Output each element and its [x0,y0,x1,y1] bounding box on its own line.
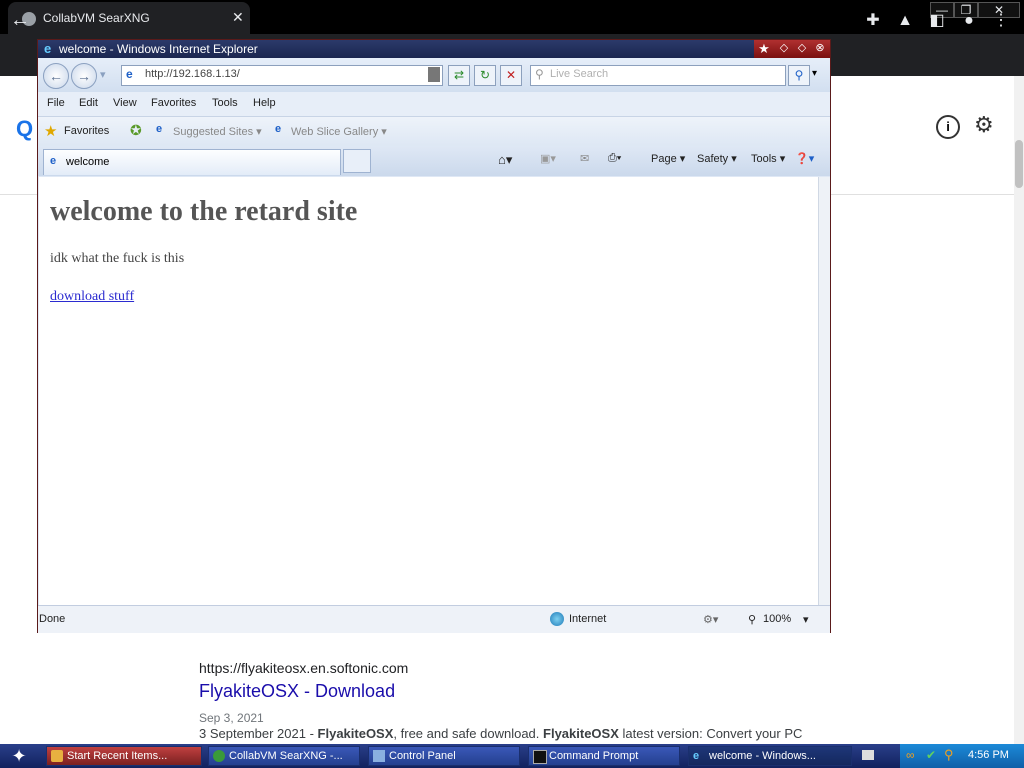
result-url: https://flyakiteosx.en.softonic.com [199,660,409,676]
taskbar-item-label: Command Prompt [549,750,639,762]
home-icon[interactable]: ⌂▾ [498,152,512,168]
scrollbar-thumb[interactable] [1015,140,1023,188]
close-icon[interactable]: ✕ [232,9,244,26]
sidepanel-icon[interactable]: ◧ [926,10,948,32]
tray-network-icon[interactable]: ∞ [906,748,915,762]
page-menu[interactable]: Page ▾ [651,152,685,165]
address-text[interactable]: http://192.168.1.13/ [145,68,240,80]
start-button[interactable]: ✦ [0,744,38,768]
taskbar-item-label: Start Recent Items... [67,750,168,762]
search-icon[interactable]: Q [16,116,33,142]
ie-tab-title: welcome [66,156,110,168]
search-options-icon[interactable]: ▾ [812,68,817,79]
page-text: idk what the fuck is this [50,251,185,266]
new-tab-button[interactable] [343,149,371,173]
taskbar-item-cmd[interactable]: Command Prompt [528,746,680,766]
menu-edit[interactable]: Edit [79,97,98,109]
snippet-bold: FlyakiteOSX [317,726,394,741]
help-icon[interactable]: ❓▾ [795,152,814,165]
cmd-icon [533,750,547,764]
snippet-text: latest version: Convert your PC [618,726,803,741]
chrome-tab-title: CollabVM SearXNG [43,11,150,25]
taskbar-item-label: welcome - Windows... [709,750,816,762]
chrome-tab[interactable]: CollabVM SearXNG ✕ [8,2,250,34]
back-arrow-icon[interactable]: ← [10,9,30,32]
compat-view-icon[interactable]: ⇄ [448,65,470,86]
ie-page-content [39,177,818,605]
menu-view[interactable]: View [113,97,137,109]
page-heading: welcome to the retard site [50,196,358,227]
dropdown-icon[interactable]: ▾ [100,68,106,81]
menu-file[interactable]: File [47,97,65,109]
ie-logo-icon: e [693,750,700,762]
favorites-star-icon: ★ [44,123,58,140]
more-icon[interactable]: ⋮ [990,10,1012,32]
ie-page-icon: e [50,155,57,167]
star-icon[interactable]: ★ [756,41,772,56]
flask-icon[interactable]: ▲ [894,10,916,32]
page-icon: e [126,67,133,81]
forward-icon[interactable]: → [71,63,97,89]
back-icon[interactable]: ← [43,63,69,89]
search-icon: ⚲ [535,67,544,81]
result-snippet: 3 September 2021 - FlyakiteOSX, free and… [199,726,802,741]
favorites-button[interactable]: Favorites [64,125,109,137]
close-button[interactable]: ⊗ [812,41,828,56]
taskbar-item-label: Control Panel [389,750,456,762]
search-placeholder: Live Search [550,68,609,80]
tray-search-icon[interactable]: ⚲ [944,747,954,763]
chrome-icon [213,750,225,762]
ie-tab-welcome[interactable]: e welcome [43,149,341,175]
zoom-dropdown-icon[interactable]: ▾ [803,613,809,626]
taskbar-item-start-recent[interactable]: Start Recent Items... [46,746,202,766]
minimize-button[interactable]: ◇ [776,41,792,56]
result-date: Sep 3, 2021 [199,711,264,725]
gear-icon[interactable]: ⚙ [974,112,994,138]
maximize-button[interactable]: ◇ [794,41,810,56]
zoom-level[interactable]: 100% [763,613,791,625]
menu-favorites[interactable]: Favorites [151,97,196,109]
status-text: Done [39,613,66,625]
mail-icon[interactable]: ✉ [580,152,589,165]
globe-icon [550,612,564,626]
taskbar-item-label: CollabVM SearXNG -... [229,750,343,762]
clock[interactable]: 4:56 PM [968,749,1009,761]
taskbar-item-chrome[interactable]: CollabVM SearXNG -... [208,746,360,766]
keyboard-icon[interactable] [862,750,874,760]
taskbar-item-control-panel[interactable]: Control Panel [368,746,520,766]
safety-menu[interactable]: Safety ▾ [697,152,737,165]
ie-page-icon: e [275,123,282,135]
profile-icon[interactable]: ● [958,10,980,32]
web-slice-gallery[interactable]: Web Slice Gallery ▾ [291,125,387,138]
ie-page-icon: e [156,123,163,135]
tray-shield-icon[interactable]: ✔ [926,748,936,762]
menu-tools[interactable]: Tools [212,97,238,109]
refresh-icon[interactable]: ↻ [474,65,496,86]
stop-icon[interactable]: ✕ [500,65,522,86]
snippet-text: , free and safe download. [393,726,544,741]
puzzle-icon[interactable]: ✚ [862,10,884,32]
ie-window-title: welcome - Windows Internet Explorer [59,42,258,56]
suggested-sites[interactable]: Suggested Sites ▾ [173,125,262,138]
download-link[interactable]: download stuff [50,289,134,305]
zoom-icon[interactable]: ⚲ [748,613,756,626]
result-title-link[interactable]: FlyakiteOSX - Download [199,681,395,702]
taskbar-item-ie[interactable]: e welcome - Windows... [688,746,852,766]
menu-help[interactable]: Help [253,97,276,109]
snippet-bold: FlyakiteOSX [543,726,619,741]
ie-logo-icon: e [44,41,52,56]
tools-menu[interactable]: Tools ▾ [751,152,785,165]
rss-icon[interactable]: ▣▾ [540,152,556,165]
search-button[interactable]: ⚲ [788,65,810,86]
folder-icon [51,750,63,762]
protected-mode-icon[interactable]: ⚙▾ [703,613,718,626]
address-dropdown[interactable] [428,67,440,82]
print-icon[interactable]: ⎙▾ [608,152,621,165]
info-icon[interactable]: i [936,115,960,139]
snippet-text: 3 September 2021 - [199,726,318,741]
security-zone[interactable]: Internet [569,613,606,625]
ie-scrollbar[interactable] [818,177,830,605]
add-favorite-icon[interactable]: ✪ [130,122,142,139]
control-panel-icon [373,750,385,762]
